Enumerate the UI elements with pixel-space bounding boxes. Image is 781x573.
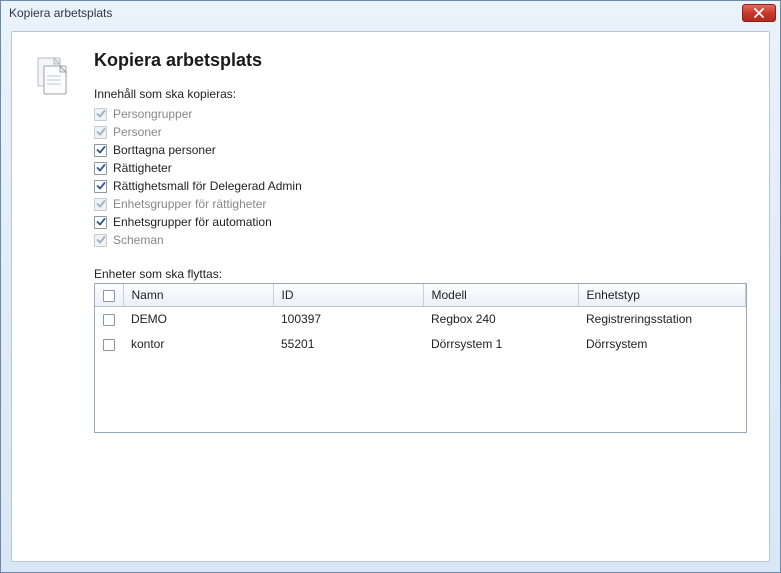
copy-options-list: Persongrupper Personer Borttagna personer R… bbox=[94, 105, 747, 249]
copy-option-item: Rättighetsmall för Delegerad Admin bbox=[94, 177, 747, 195]
cell-name: kontor bbox=[123, 332, 273, 357]
content-column: Kopiera arbetsplats Innehåll som ska kop… bbox=[94, 50, 747, 433]
table-row[interactable]: kontor55201Dörrsystem 1Dörrsystem bbox=[95, 332, 746, 357]
col-id[interactable]: ID bbox=[273, 284, 423, 307]
check-icon bbox=[96, 235, 106, 245]
select-all-header[interactable] bbox=[95, 284, 123, 307]
copy-option-item: Scheman bbox=[94, 231, 747, 249]
copy-option-checkbox bbox=[94, 126, 107, 139]
copy-option-label: Rättigheter bbox=[113, 161, 172, 175]
col-type[interactable]: Enhetstyp bbox=[578, 284, 746, 307]
row-select-cell[interactable] bbox=[95, 307, 123, 332]
check-icon bbox=[96, 163, 106, 173]
copy-option-checkbox[interactable] bbox=[94, 216, 107, 229]
copy-option-label: Borttagna personer bbox=[113, 143, 216, 157]
titlebar: Kopiera arbetsplats bbox=[1, 1, 780, 25]
copy-option-checkbox[interactable] bbox=[94, 180, 107, 193]
table-header-row: Namn ID Modell Enhetstyp bbox=[95, 284, 746, 307]
devices-table: Namn ID Modell Enhetstyp DEMO100397Regbo… bbox=[95, 284, 746, 357]
copy-option-item: Borttagna personer bbox=[94, 141, 747, 159]
col-model[interactable]: Modell bbox=[423, 284, 578, 307]
copy-option-checkbox bbox=[94, 198, 107, 211]
check-icon bbox=[96, 181, 106, 191]
window-title: Kopiera arbetsplats bbox=[9, 6, 112, 20]
table-row[interactable]: DEMO100397Regbox 240Registreringsstation bbox=[95, 307, 746, 332]
select-all-checkbox[interactable] bbox=[103, 290, 115, 302]
row-checkbox[interactable] bbox=[103, 314, 115, 326]
copy-section-label: Innehåll som ska kopieras: bbox=[94, 87, 747, 101]
copy-option-item: Enhetsgrupper för rättigheter bbox=[94, 195, 747, 213]
close-button[interactable] bbox=[742, 4, 776, 22]
header-row: Kopiera arbetsplats Innehåll som ska kop… bbox=[28, 50, 747, 433]
copy-option-label: Enhetsgrupper för rättigheter bbox=[113, 197, 266, 211]
row-select-cell[interactable] bbox=[95, 332, 123, 357]
dialog-window: Kopiera arbetsplats Kopiera arb bbox=[0, 0, 781, 573]
close-icon bbox=[754, 8, 764, 18]
page-title: Kopiera arbetsplats bbox=[94, 50, 747, 71]
check-icon bbox=[96, 199, 106, 209]
copy-documents-icon bbox=[28, 52, 76, 100]
copy-option-label: Rättighetsmall för Delegerad Admin bbox=[113, 179, 302, 193]
copy-option-item: Enhetsgrupper för automation bbox=[94, 213, 747, 231]
copy-option-checkbox[interactable] bbox=[94, 162, 107, 175]
copy-option-checkbox[interactable] bbox=[94, 144, 107, 157]
cell-id: 100397 bbox=[273, 307, 423, 332]
copy-option-label: Scheman bbox=[113, 233, 164, 247]
check-icon bbox=[96, 109, 106, 119]
copy-option-checkbox bbox=[94, 108, 107, 121]
cell-type: Registreringsstation bbox=[578, 307, 746, 332]
cell-model: Regbox 240 bbox=[423, 307, 578, 332]
devices-table-wrap: Namn ID Modell Enhetstyp DEMO100397Regbo… bbox=[94, 283, 747, 433]
cell-id: 55201 bbox=[273, 332, 423, 357]
row-checkbox[interactable] bbox=[103, 339, 115, 351]
cell-type: Dörrsystem bbox=[578, 332, 746, 357]
copy-option-item: Rättigheter bbox=[94, 159, 747, 177]
copy-option-label: Enhetsgrupper för automation bbox=[113, 215, 272, 229]
col-name[interactable]: Namn bbox=[123, 284, 273, 307]
cell-name: DEMO bbox=[123, 307, 273, 332]
devices-section-label: Enheter som ska flyttas: bbox=[94, 267, 747, 281]
check-icon bbox=[96, 217, 106, 227]
copy-option-label: Personer bbox=[113, 125, 162, 139]
copy-option-item: Persongrupper bbox=[94, 105, 747, 123]
copy-option-label: Persongrupper bbox=[113, 107, 192, 121]
check-icon bbox=[96, 145, 106, 155]
check-icon bbox=[96, 127, 106, 137]
copy-option-item: Personer bbox=[94, 123, 747, 141]
copy-option-checkbox bbox=[94, 234, 107, 247]
main-panel: Kopiera arbetsplats Innehåll som ska kop… bbox=[11, 31, 770, 562]
cell-model: Dörrsystem 1 bbox=[423, 332, 578, 357]
